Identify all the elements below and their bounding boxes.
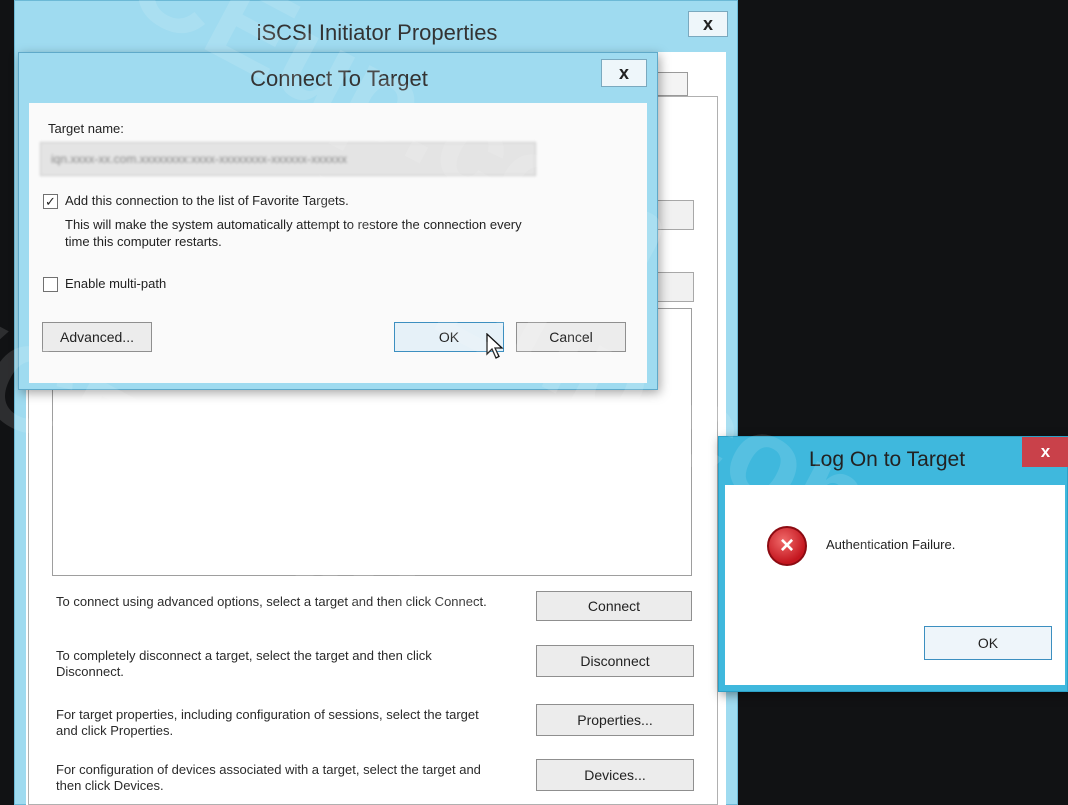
devices-button[interactable]: Devices... [536,759,694,791]
favorite-targets-checkbox[interactable]: ✓ [43,194,58,209]
logon-error-message: Authentication Failure. [826,537,956,552]
iscsi-window-title: iSCSI Initiator Properties [256,20,498,45]
properties-description: For target properties, including configu… [56,707,479,738]
favorite-targets-label: Add this connection to the list of Favor… [65,193,349,208]
connect-cancel-button[interactable]: Cancel [516,322,626,352]
properties-button[interactable]: Properties... [536,704,694,736]
logon-ok-button[interactable]: OK [924,626,1052,660]
connect-description: To connect using advanced options, selec… [56,594,487,609]
multipath-checkbox[interactable] [43,277,58,292]
logon-dialog-close-button[interactable]: x [1022,437,1068,467]
iscsi-close-button[interactable]: x [688,11,728,37]
target-name-field[interactable]: iqn.xxxx-xx.com.xxxxxxxx:xxxx-xxxxxxxx-x… [40,142,536,176]
error-icon: × [767,526,807,566]
mouse-pointer-icon [486,333,504,359]
checkmark-icon: ✓ [45,194,56,209]
favorite-targets-note: This will make the system automatically … [65,217,522,249]
disconnect-description: To completely disconnect a target, selec… [56,648,432,679]
devices-description: For configuration of devices associated … [56,762,481,793]
advanced-button[interactable]: Advanced... [42,322,152,352]
connect-dialog-title: Connect To Target [250,66,428,91]
target-name-label: Target name: [48,121,124,136]
connect-button[interactable]: Connect [536,591,692,621]
multipath-label: Enable multi-path [65,276,167,291]
disconnect-button[interactable]: Disconnect [536,645,694,677]
logon-dialog-title: Log On to Target [808,448,966,471]
connect-dialog-close-button[interactable]: x [601,59,647,87]
